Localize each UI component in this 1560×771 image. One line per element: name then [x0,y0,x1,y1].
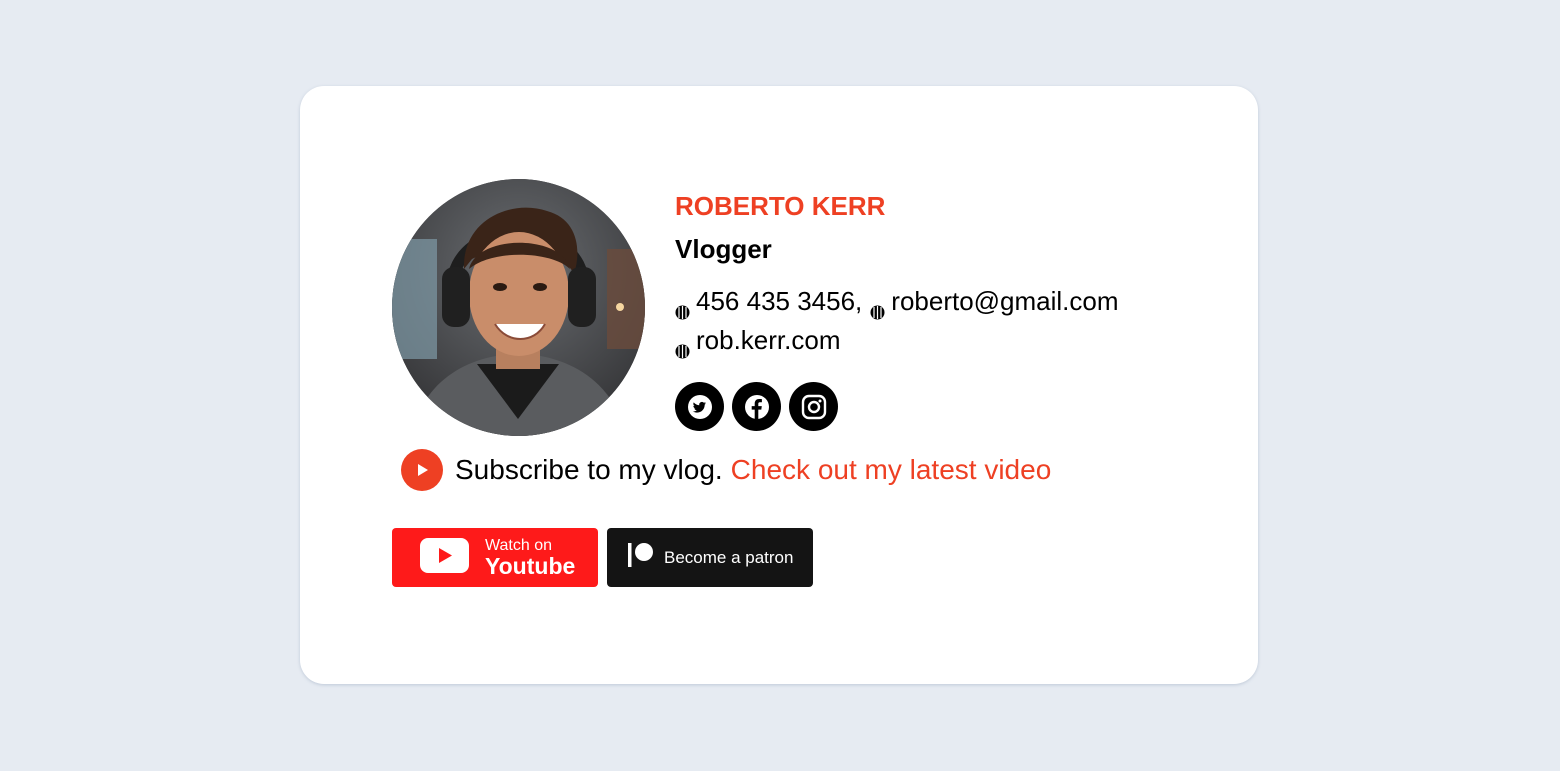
subscribe-line: Subscribe to my vlog. Check out my lates… [401,449,1051,491]
website-icon [675,335,690,358]
avatar [392,179,645,436]
youtube-button-label: Watch on Youtube [485,536,576,579]
patreon-button-label: Become a patron [664,547,794,567]
youtube-icon [420,537,469,578]
email-icon [870,296,885,319]
youtube-button-big-text: Youtube [485,552,576,579]
email-address[interactable]: roberto@gmail.com [891,286,1118,317]
person-role: Vlogger [675,234,772,264]
latest-video-link[interactable]: Check out my latest video [731,454,1052,486]
contact-line-phone-email: 456 435 3456, roberto@gmail.com [675,286,1119,319]
website-link[interactable]: rob.kerr.com [696,325,841,356]
signature-card: ROBERTO KERR Vlogger 456 435 3456, rober… [300,86,1258,684]
watch-on-youtube-button[interactable]: Watch on Youtube [392,528,598,587]
become-a-patron-button[interactable]: Become a patron [607,528,813,587]
social-links [675,382,838,431]
youtube-button-small-text: Watch on [485,536,552,554]
person-name: ROBERTO KERR [675,191,886,221]
phone-number[interactable]: 456 435 3456, [696,286,862,317]
instagram-icon[interactable] [789,382,838,431]
patreon-icon [628,541,656,574]
facebook-icon[interactable] [732,382,781,431]
play-icon [401,449,443,491]
subscribe-text: Subscribe to my vlog. [455,454,723,485]
contact-line-website: rob.kerr.com [675,325,841,358]
twitter-icon[interactable] [675,382,724,431]
phone-icon [675,296,690,319]
